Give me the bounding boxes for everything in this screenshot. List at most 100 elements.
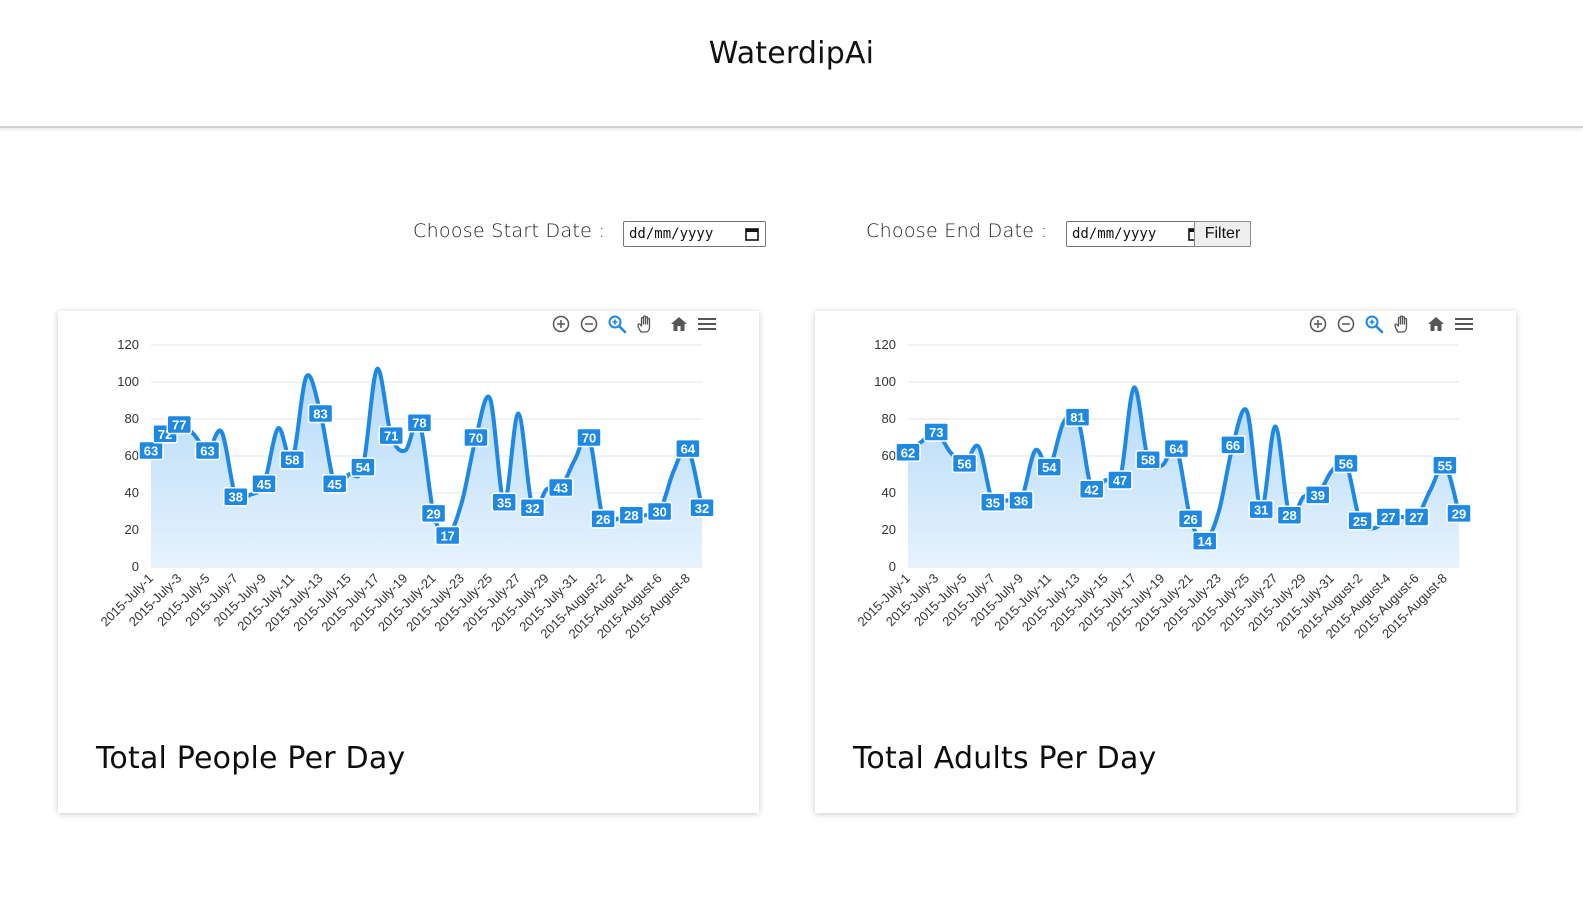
svg-text:78: 78 — [412, 416, 426, 431]
chart-toolbar — [1308, 314, 1474, 334]
chart-title: Total People Per Day — [96, 741, 406, 776]
svg-text:28: 28 — [624, 508, 638, 523]
data-label: 28 — [1276, 505, 1303, 525]
svg-text:38: 38 — [229, 490, 243, 505]
data-label: 26 — [590, 509, 616, 529]
zoom-in-icon[interactable] — [1308, 314, 1328, 334]
y-tick-label: 0 — [889, 559, 896, 574]
y-tick-label: 80 — [882, 411, 896, 426]
y-tick-label: 20 — [882, 522, 896, 537]
data-label: 70 — [576, 427, 602, 448]
svg-text:81: 81 — [1070, 410, 1084, 425]
data-label: 42 — [1078, 479, 1105, 500]
svg-text:43: 43 — [553, 480, 567, 495]
reset-home-icon[interactable] — [669, 314, 689, 334]
svg-text:54: 54 — [1042, 460, 1057, 475]
svg-text:45: 45 — [257, 477, 271, 492]
y-tick-label: 80 — [125, 411, 139, 426]
data-label: 56 — [951, 453, 978, 474]
y-tick-label: 100 — [117, 374, 139, 389]
pan-hand-icon[interactable] — [1392, 314, 1412, 334]
data-label: 25 — [1347, 511, 1373, 531]
data-label: 54 — [350, 457, 376, 477]
date-filter-bar: Choose Start Date : dd/mm/yyyy Choose En… — [0, 219, 1583, 247]
end-date-input[interactable]: dd/mm/yyyy — [1066, 221, 1209, 247]
app-title: WaterdipAi — [708, 35, 875, 71]
svg-text:71: 71 — [384, 429, 398, 444]
data-label: 63 — [194, 440, 221, 461]
data-label: 26 — [1177, 509, 1204, 529]
svg-text:63: 63 — [144, 443, 158, 458]
svg-text:47: 47 — [1113, 473, 1127, 488]
svg-text:83: 83 — [313, 406, 327, 421]
svg-text:35: 35 — [986, 495, 1000, 510]
people-area-chart: 0204060801001206372776338455883455471782… — [97, 337, 715, 641]
zoom-in-icon[interactable] — [551, 314, 571, 334]
people-chart-card: 0 20 40 60 80 100 120 63 72 77 63 38 45 58 83 45 54 71 78 2… — [58, 311, 759, 813]
data-label: 77 — [166, 414, 193, 435]
selection-zoom-icon[interactable] — [1364, 314, 1384, 334]
data-label: 17 — [434, 525, 461, 546]
svg-text:14: 14 — [1197, 534, 1212, 549]
svg-text:73: 73 — [929, 425, 943, 440]
svg-text:28: 28 — [1282, 508, 1296, 523]
svg-text:66: 66 — [1226, 438, 1240, 453]
data-label: 70 — [463, 427, 489, 448]
svg-text:35: 35 — [497, 495, 511, 510]
data-label: 32 — [689, 498, 715, 518]
filter-button[interactable]: Filter — [1194, 221, 1251, 247]
y-tick-label: 120 — [874, 337, 896, 352]
data-label: 54 — [1036, 457, 1063, 477]
app-header: WaterdipAi — [0, 0, 1583, 128]
data-label: 45 — [321, 474, 348, 494]
data-label: 81 — [1064, 407, 1091, 427]
data-label: 64 — [1163, 438, 1190, 459]
data-label: 27 — [1403, 507, 1430, 527]
data-label: 31 — [1248, 499, 1274, 520]
data-label: 30 — [646, 501, 673, 522]
svg-text:32: 32 — [525, 501, 539, 516]
svg-text:62: 62 — [901, 445, 915, 460]
end-date-placeholder: dd/mm/yyyy — [1072, 226, 1157, 242]
calendar-icon[interactable] — [745, 227, 759, 241]
data-label: 47 — [1107, 470, 1133, 490]
selection-zoom-icon[interactable] — [607, 314, 627, 334]
menu-icon[interactable] — [1454, 314, 1474, 334]
svg-text:58: 58 — [285, 453, 299, 468]
data-label: 66 — [1220, 435, 1246, 455]
y-tick-label: 20 — [125, 522, 139, 537]
y-tick-label: 100 — [874, 374, 896, 389]
svg-text:58: 58 — [1141, 453, 1155, 468]
svg-text:32: 32 — [695, 501, 709, 516]
data-label: 29 — [1446, 503, 1472, 524]
start-date-input[interactable]: dd/mm/yyyy — [623, 221, 766, 247]
svg-text:55: 55 — [1438, 458, 1452, 473]
adults-area-chart: 0 20 40 60 80 100 120 62 73 56 35 36 54 81 42 47 58 64 261… — [854, 337, 1472, 641]
svg-text:39: 39 — [1310, 488, 1324, 503]
svg-text:70: 70 — [469, 431, 483, 446]
svg-text:42: 42 — [1084, 482, 1098, 497]
menu-icon[interactable] — [697, 314, 717, 334]
svg-text:64: 64 — [1169, 442, 1184, 457]
data-label: 64 — [675, 438, 701, 459]
svg-text:31: 31 — [1254, 503, 1268, 518]
svg-text:25: 25 — [1353, 514, 1367, 529]
data-label: 36 — [1008, 490, 1034, 511]
data-label: 35 — [980, 492, 1006, 512]
data-label: 35 — [491, 492, 517, 512]
svg-text:54: 54 — [356, 460, 371, 475]
zoom-out-icon[interactable] — [579, 314, 599, 334]
y-tick-label: 60 — [882, 448, 896, 463]
data-label: 83 — [307, 403, 334, 424]
data-label: 62 — [895, 442, 921, 463]
reset-home-icon[interactable] — [1426, 314, 1446, 334]
svg-text:30: 30 — [652, 505, 666, 520]
svg-text:56: 56 — [1339, 456, 1353, 471]
data-label: 73 — [923, 422, 950, 442]
zoom-out-icon[interactable] — [1336, 314, 1356, 334]
pan-hand-icon[interactable] — [635, 314, 655, 334]
data-label: 78 — [406, 412, 433, 433]
svg-text:45: 45 — [327, 477, 341, 492]
data-label: 29 — [420, 503, 447, 524]
end-date-label: Choose End Date : — [866, 220, 1048, 242]
